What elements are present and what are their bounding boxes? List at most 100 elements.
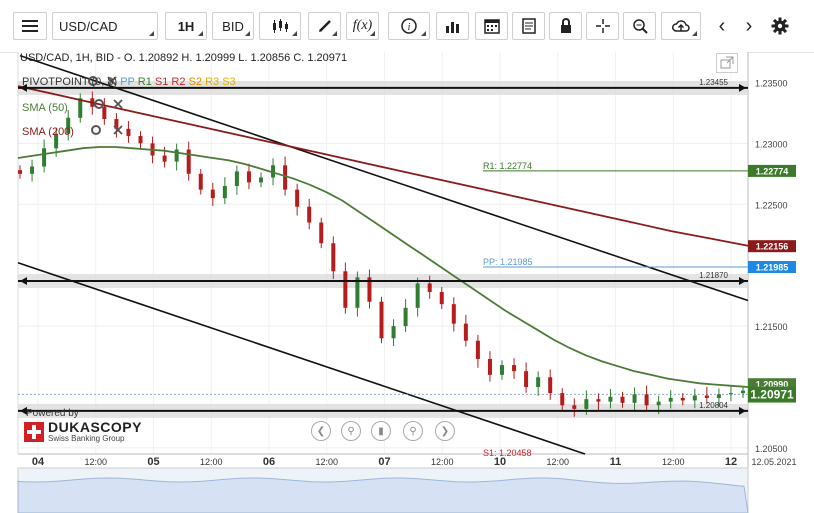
share-button[interactable] <box>661 12 701 40</box>
candle-body <box>295 189 300 207</box>
candle-body <box>451 304 456 324</box>
settings-button[interactable] <box>768 12 792 40</box>
info-button[interactable]: i <box>388 12 430 40</box>
candle-body <box>42 148 47 167</box>
candles-icon <box>273 19 288 33</box>
pencil-icon <box>318 20 331 32</box>
candle-body <box>319 222 324 244</box>
draw-button[interactable] <box>308 12 341 40</box>
crosshair-icon <box>595 19 610 33</box>
candle-body <box>728 393 733 395</box>
candle-body <box>343 271 348 308</box>
sma200-label[interactable]: SMA (200) <box>22 126 74 138</box>
cloud-upload-icon <box>672 20 690 32</box>
news-button[interactable] <box>512 12 545 40</box>
lock-icon <box>560 18 571 33</box>
candle-body <box>138 136 143 144</box>
candle-body <box>259 177 263 183</box>
menu-button[interactable] <box>13 12 47 40</box>
candle-body <box>30 166 35 174</box>
candle-body <box>126 128 131 137</box>
sma50-label[interactable]: SMA (50) <box>22 102 68 114</box>
dukascopy-logo: DUKASCOPY Swiss Banking Group <box>24 420 142 444</box>
dropdown-corner-icon <box>692 31 697 36</box>
pivot-r2: R2 <box>171 76 186 88</box>
reset-zoom-button[interactable]: ▮ <box>371 421 391 441</box>
candle-body <box>608 396 613 402</box>
candle-body <box>560 393 565 406</box>
date-label: 12.05.2021 <box>751 457 796 467</box>
dropdown-corner-icon <box>332 31 337 36</box>
candle-body <box>198 173 203 190</box>
symbol-value: USD/CAD <box>59 18 118 34</box>
dropdown-corner-icon <box>198 31 203 36</box>
lock-button[interactable] <box>549 12 582 40</box>
candle-body <box>174 149 179 162</box>
popout-button[interactable] <box>716 53 738 73</box>
y-tick-label: 1.22500 <box>755 200 788 210</box>
x-tick-label: 12:00 <box>315 457 338 467</box>
scroll-left-button[interactable]: ‹ <box>710 12 734 40</box>
chevron-right-icon: › <box>745 14 753 37</box>
x-tick-label: 04 <box>32 456 45 468</box>
magnifier-icon: ⚲ <box>347 425 355 437</box>
x-tick-label: 11 <box>610 456 622 468</box>
x-tick-label: 12:00 <box>200 457 223 467</box>
candle-body <box>692 395 697 401</box>
zoom-button[interactable] <box>623 12 656 40</box>
zoom-out-button[interactable]: ⚲ <box>341 421 361 441</box>
ohlc-readout: USD/CAD, 1H, BID - O. 1.20892 H. 1.20999… <box>20 52 348 64</box>
candle-body <box>644 394 649 406</box>
candle-body <box>741 390 745 394</box>
calendar-button[interactable] <box>475 12 508 40</box>
candle-body <box>524 371 529 387</box>
volume-button[interactable] <box>436 12 469 40</box>
crosshair-button[interactable] <box>586 12 619 40</box>
y-tick-label: 1.23000 <box>755 139 788 149</box>
scroll-right-button[interactable]: › <box>737 12 761 40</box>
symbol-select[interactable]: USD/CAD <box>52 12 158 40</box>
pivot-r1: R1 <box>137 76 152 88</box>
pivot-s2: S2 <box>188 76 203 88</box>
zoom-icon <box>632 19 648 34</box>
pivot-label: PIVOTPOINT (0, 8) <box>22 76 118 88</box>
x-tick-label: 12:00 <box>662 457 685 467</box>
indicators-button[interactable]: f(x) <box>346 12 379 40</box>
timeframe-value: 1H <box>177 18 195 34</box>
price-tag-close: 1.20971 <box>750 388 794 402</box>
candle-body <box>162 155 167 162</box>
candle-body <box>584 399 589 409</box>
candle-body <box>234 171 239 186</box>
y-tick-label: 1.20500 <box>755 444 788 454</box>
candle-body <box>78 98 83 118</box>
gear-icon <box>771 17 789 35</box>
info-icon: i <box>401 18 417 34</box>
y-tick-label: 1.21500 <box>755 322 788 332</box>
candle-body <box>186 149 191 174</box>
nav-back-button[interactable]: ❮ <box>311 421 331 441</box>
candle-body <box>439 291 444 305</box>
zoom-in-button[interactable]: ⚲ <box>403 421 423 441</box>
chart-type-button[interactable] <box>259 12 301 40</box>
candle-body <box>716 394 721 398</box>
fit-icon: ▮ <box>378 425 384 437</box>
price-tag-sma200: 1.22156 <box>756 242 789 252</box>
chevron-left-icon: ❮ <box>316 425 326 437</box>
pivot-s1: S1 <box>154 76 169 88</box>
pivot-indicator-label[interactable]: PIVOTPOINT (0, 8) PP R1 S1 R2 S2 R3 S3 <box>22 76 236 88</box>
toolbar: USD/CAD 1H BID f(x) i ‹ › <box>0 0 814 53</box>
price-side-select[interactable]: BID <box>212 12 254 40</box>
dropdown-corner-icon <box>245 31 250 36</box>
chevron-right-icon: ❯ <box>440 425 450 437</box>
price-tag-pp: 1.21985 <box>756 263 789 273</box>
candle-body <box>463 323 468 341</box>
svg-text:i: i <box>408 22 411 33</box>
timeframe-select[interactable]: 1H <box>165 12 207 40</box>
nav-forward-button[interactable]: ❯ <box>435 421 455 441</box>
x-tick-label: 12 <box>725 456 737 468</box>
price-side-value: BID <box>222 18 244 34</box>
candle-body <box>536 377 541 387</box>
chevron-left-icon: ‹ <box>718 14 726 37</box>
r1-label: R1: 1.22774 <box>483 161 532 171</box>
x-tick-label: 12:00 <box>84 457 107 467</box>
